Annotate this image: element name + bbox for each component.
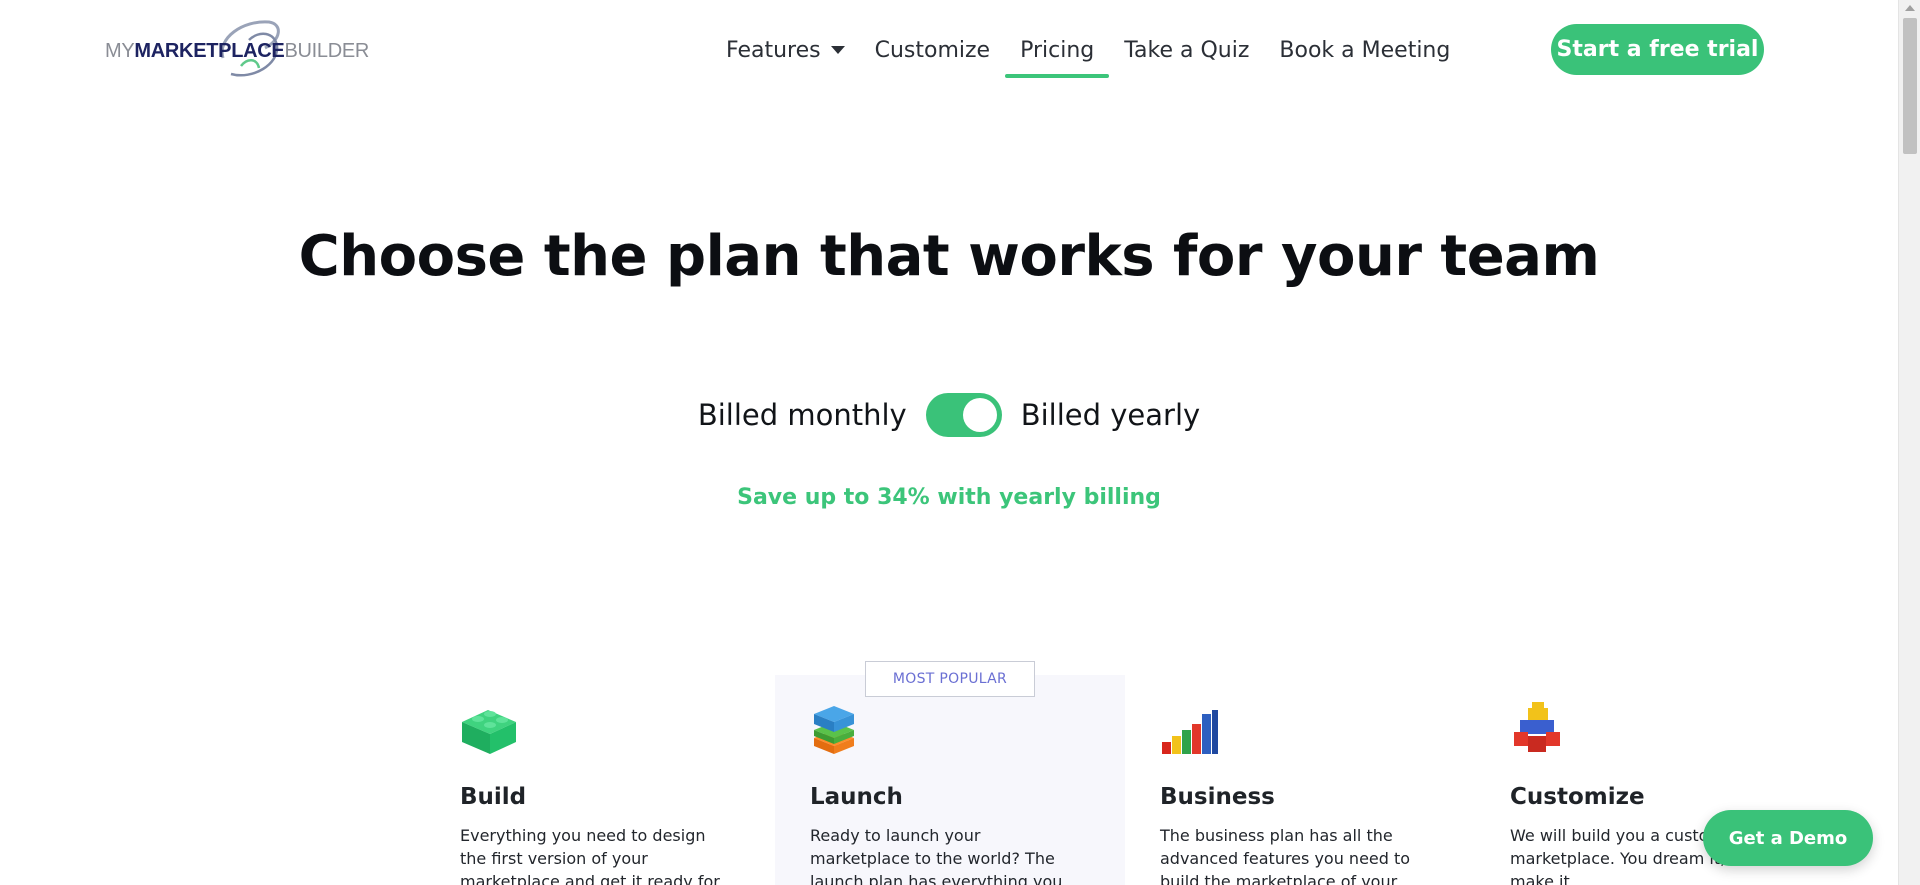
lego-bar-chart-icon	[1162, 710, 1218, 754]
plan-name: Build	[460, 784, 527, 810]
site-logo[interactable]: MYMARKETPLACEBUILDER	[105, 18, 369, 82]
billing-toggle-row: Billed monthly Billed yearly	[0, 390, 1898, 440]
stacked-lego-bricks-icon	[814, 706, 854, 754]
plan-description: The business plan has all the advanced f…	[1160, 826, 1411, 885]
nav-item-take-a-quiz[interactable]: Take a Quiz	[1124, 30, 1249, 70]
nav-item-features[interactable]: Features	[726, 30, 845, 70]
main-nav: Features Customize Pricing Take a Quiz B…	[726, 30, 1480, 78]
nav-item-label: Customize	[874, 37, 991, 63]
most-popular-badge: MOST POPULAR	[865, 661, 1035, 697]
yearly-savings-note: Save up to 34% with yearly billing	[737, 485, 1161, 510]
toggle-knob	[962, 398, 997, 432]
nav-item-pricing[interactable]: Pricing	[1005, 30, 1110, 78]
billed-monthly-label[interactable]: Billed monthly	[698, 398, 907, 432]
lego-figure-icon	[1514, 702, 1560, 752]
page-scrollbar[interactable]	[1898, 0, 1920, 885]
site-header: MYMARKETPLACEBUILDER Features Customize …	[0, 0, 1898, 100]
nav-item-label: Pricing	[1020, 37, 1095, 63]
nav-item-label: Take a Quiz	[1124, 37, 1250, 63]
scroll-up-arrow-icon[interactable]	[1905, 5, 1915, 11]
page-title: Choose the plan that works for your team	[298, 224, 1600, 289]
caret-down-icon	[830, 46, 845, 54]
plan-description: Everything you need to design the first …	[460, 826, 720, 885]
billing-period-toggle[interactable]	[925, 393, 1002, 437]
nav-item-customize[interactable]: Customize	[875, 30, 990, 70]
plan-name: Launch	[810, 784, 903, 810]
nav-item-book-a-meeting[interactable]: Book a Meeting	[1279, 30, 1450, 70]
plan-name: Customize	[1510, 784, 1645, 810]
logo-wordmark: MYMARKETPLACEBUILDER	[105, 40, 369, 63]
green-lego-brick-icon	[462, 710, 516, 754]
plan-description: Ready to launch your marketplace to the …	[810, 826, 1063, 885]
nav-item-label: Book a Meeting	[1279, 37, 1451, 63]
logo-brand: MARKETPLACE	[134, 40, 285, 62]
nav-item-label: Features	[726, 37, 821, 63]
logo-suffix: BUILDER	[284, 40, 370, 62]
start-free-trial-button[interactable]: Start a free trial	[1551, 24, 1764, 75]
scrollbar-thumb[interactable]	[1903, 18, 1917, 154]
billed-yearly-label[interactable]: Billed yearly	[1021, 398, 1200, 432]
get-a-demo-button[interactable]: Get a Demo	[1703, 810, 1873, 866]
plan-name: Business	[1160, 784, 1275, 810]
logo-prefix: MY	[105, 40, 135, 62]
